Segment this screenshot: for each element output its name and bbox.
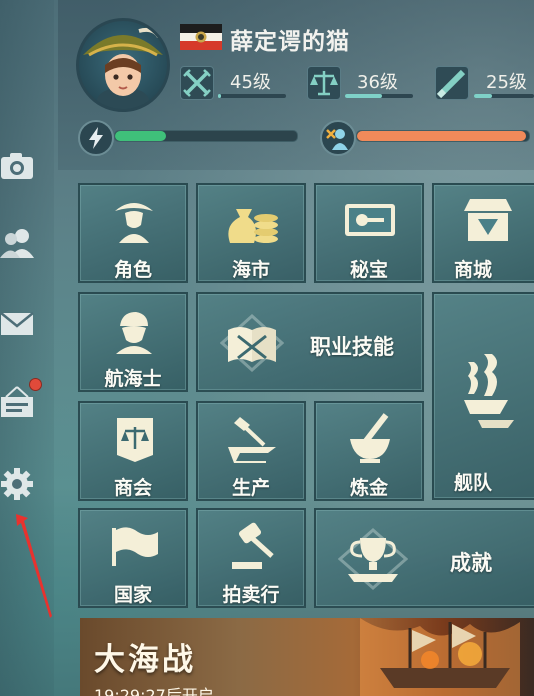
banner-countdown: 19:29:27后开启 [94,686,214,696]
money-bags-icon [228,209,278,243]
stamina-bar [356,130,530,142]
left-sidebar [0,0,54,696]
gear-icon[interactable] [0,467,34,501]
treasure-map-icon [345,204,395,236]
trade-progress-fill [345,94,383,98]
skill-book-icon [220,314,284,372]
friends-icon[interactable] [0,226,34,260]
trade-level: 36级 [357,72,398,93]
mail-icon[interactable] [0,307,34,341]
nation-button[interactable]: 国家 [78,508,188,608]
achievement-button[interactable]: 成就 [314,508,534,608]
mall-button[interactable]: 商城 [432,183,534,283]
production-label: 生产 [231,477,270,499]
adventure-level: 25级 [486,72,527,93]
naval-battle-banner[interactable]: 大海战 19:29:27后开启 [80,618,534,696]
energy-bar [114,130,298,142]
shop-icon [464,199,512,241]
navigator-icon [116,312,152,354]
ship-icon [464,354,514,428]
nation-label: 国家 [113,584,152,606]
mall-label: 商城 [453,259,492,281]
combat-progress-fill [218,94,222,98]
burning-ships-illustration [360,618,520,696]
anvil-hammer-icon [228,417,276,463]
camera-icon[interactable] [0,148,34,182]
role-label: 角色 [113,259,152,281]
achievement-label: 成就 [450,551,492,575]
energy-badge [78,120,114,156]
skills-label: 职业技能 [310,335,394,359]
banner-title: 大海战 [94,642,196,678]
alchemy-button[interactable]: 炼金 [314,401,424,501]
auction-button[interactable]: 拍卖行 [196,508,306,608]
notification-badge [29,378,42,391]
guild-banner-icon [117,418,153,462]
player-avatar[interactable] [76,18,170,112]
annotation-arrow-icon [16,514,52,618]
notice-board-icon[interactable] [0,385,34,419]
trophy-icon [338,528,408,590]
role-icon [115,203,153,243]
mortar-pestle-icon [350,413,390,463]
treasure-button[interactable]: 秘宝 [314,183,424,283]
lightning-icon [89,127,103,149]
stamina-bar-fill [357,131,526,141]
guild-button[interactable]: 商会 [78,401,188,501]
treasure-label: 秘宝 [349,259,388,281]
scales-icon [307,66,341,100]
navigator-label: 航海士 [104,368,162,390]
production-button[interactable]: 生产 [196,401,306,501]
adventure-progress-bar [474,94,534,98]
adventure-progress-fill [474,94,492,98]
sea-market-button[interactable]: 海市 [196,183,306,283]
player-name: 薛定谔的猫 [230,29,350,55]
auction-label: 拍卖行 [222,584,280,606]
crossed-swords-icon [180,66,214,100]
pirate-avatar-icon [83,27,163,109]
role-button[interactable]: 角色 [78,183,188,283]
navigator-button[interactable]: 航海士 [78,292,188,392]
energy-bar-fill [115,131,166,141]
trade-progress-bar [345,94,413,98]
nation-flag-wave-icon [112,527,158,566]
gavel-icon [232,522,274,569]
fleet-button[interactable]: 舰队 [432,292,534,500]
sailor-icon [326,129,348,150]
nation-flag-icon [180,24,222,50]
sea-market-label: 海市 [231,259,270,281]
combat-level: 45级 [230,72,271,93]
guild-label: 商会 [113,477,152,499]
fleet-label: 舰队 [453,472,492,494]
skills-button[interactable]: 职业技能 [196,292,424,392]
telescope-icon [435,66,469,100]
stamina-badge [320,120,356,156]
alchemy-label: 炼金 [349,477,388,499]
combat-progress-bar [218,94,286,98]
